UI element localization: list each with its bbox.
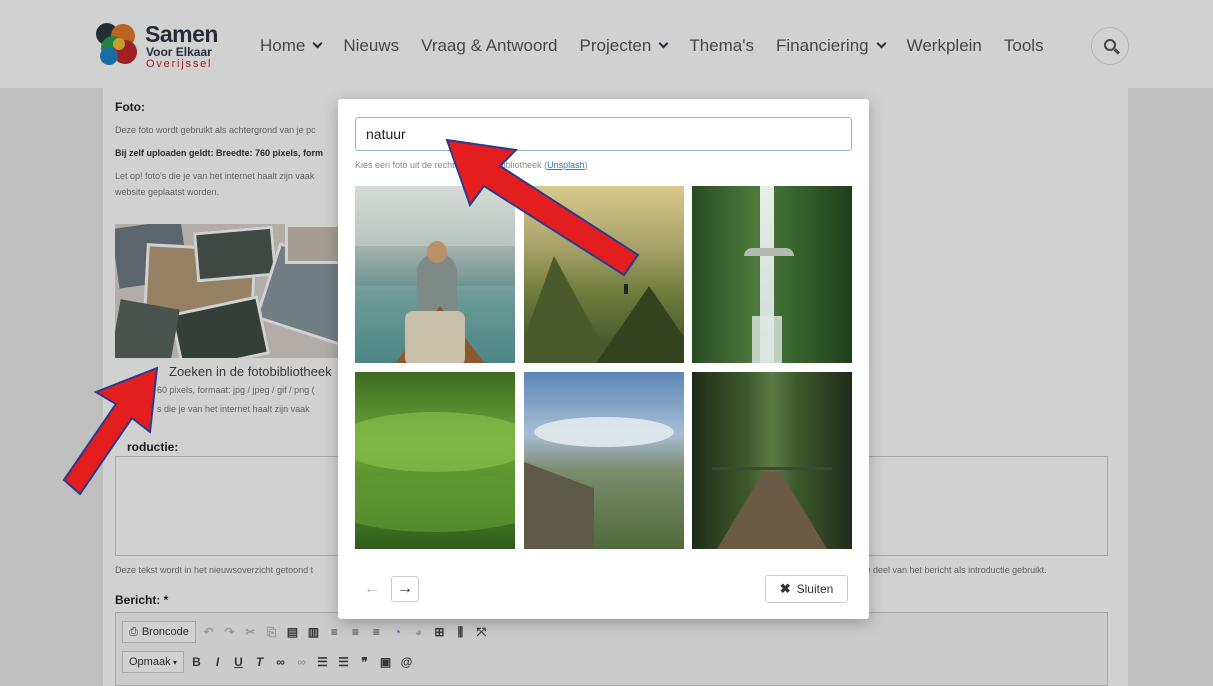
photo-result-green-hills[interactable] bbox=[355, 372, 515, 549]
arrow-right-icon: → bbox=[397, 580, 413, 597]
photo-result-forest-footbridge[interactable] bbox=[692, 372, 852, 549]
photo-result-waterfall-bridge[interactable] bbox=[692, 186, 852, 363]
previous-page-button[interactable]: ← bbox=[360, 577, 384, 601]
next-page-button[interactable]: → bbox=[391, 576, 419, 602]
arrow-left-icon: ← bbox=[364, 580, 380, 597]
photo-search-input[interactable] bbox=[355, 117, 852, 151]
photo-library-modal: Kies een foto uit de rechtenvrije fotobi… bbox=[338, 99, 869, 619]
photo-result-kayak-lake[interactable] bbox=[355, 186, 515, 363]
photo-result-mountain-valley-clouds[interactable] bbox=[524, 372, 684, 549]
photo-library-help: Kies een foto uit de rechtenvrije fotobi… bbox=[355, 160, 588, 170]
close-icon: ✖ bbox=[779, 581, 791, 596]
unsplash-link[interactable]: Unsplash bbox=[547, 160, 585, 170]
photo-result-mountain-sunset[interactable] bbox=[524, 186, 684, 363]
close-modal-button[interactable]: ✖ Sluiten bbox=[765, 575, 848, 603]
